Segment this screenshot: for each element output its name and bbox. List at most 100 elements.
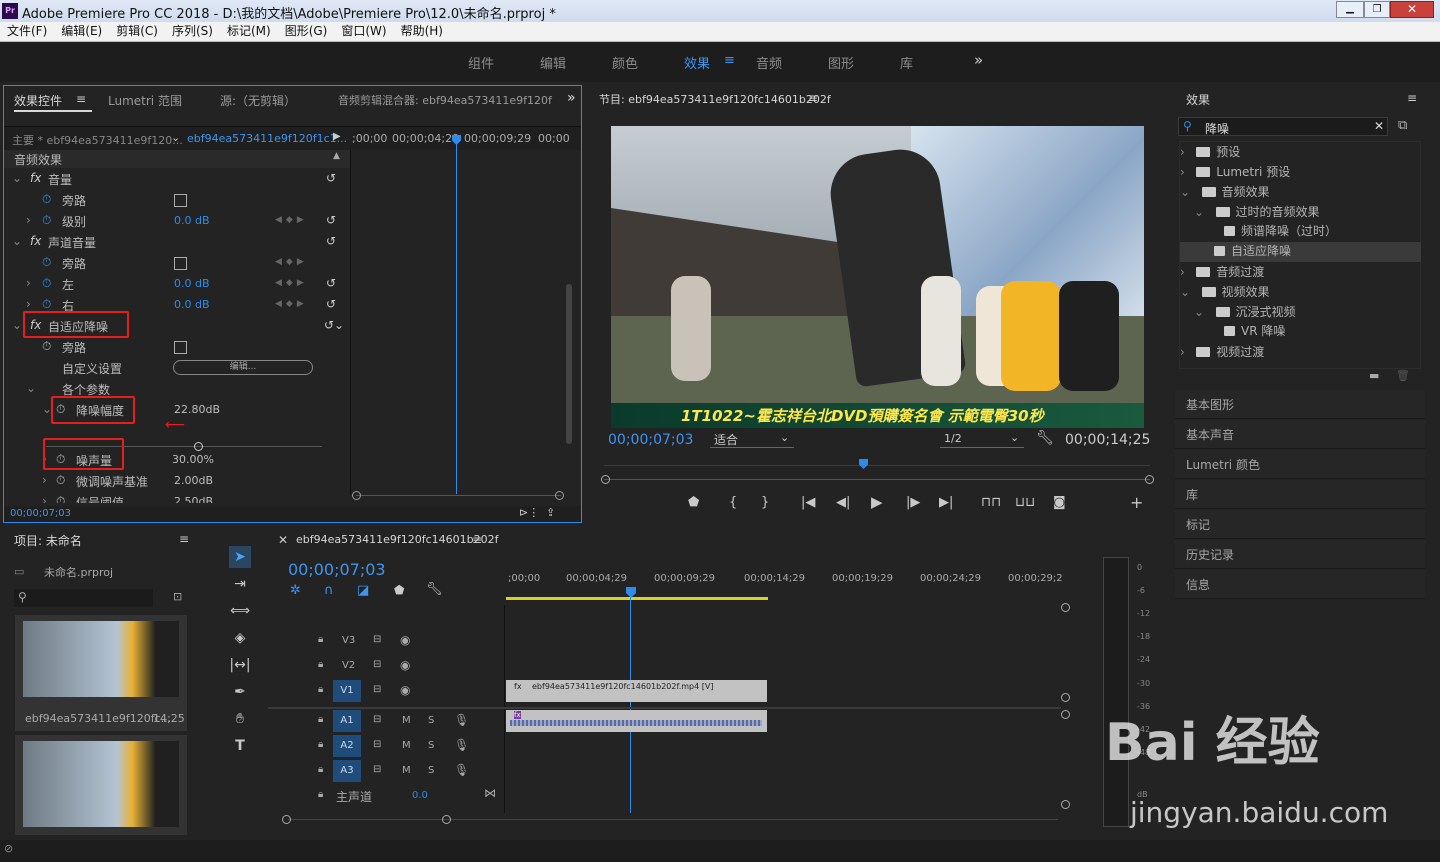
zoom-bar[interactable] [604,479,1150,480]
scroll-handle[interactable] [1061,693,1070,702]
wrench-icon[interactable]: 🔧︎ [426,582,443,597]
panel-basic-graphics[interactable]: 基本图形 [1175,390,1425,419]
tree-item[interactable]: 频谱降噪（过时） [1180,222,1420,242]
workspace-color[interactable]: 颜色 [612,53,638,72]
track-target[interactable]: A3 [333,760,361,782]
master-level[interactable]: 0.0 [412,790,428,801]
extract-icon[interactable]: ⊔⊔ [1015,495,1035,510]
razor-icon[interactable]: ◈ [229,627,251,649]
fit-dropdown[interactable]: 适合 [714,431,738,448]
workspace-assembly[interactable]: 组件 [468,53,494,72]
tab-effect-controls[interactable]: 效果控件 [14,92,62,109]
menu-marker[interactable]: 标记(M) [227,24,271,38]
maximize-button[interactable]: ❐ [1364,1,1390,18]
chevron-down-icon[interactable]: ⌄ [1010,431,1019,444]
sequence-timecode[interactable]: 00;00;07;03 [288,560,386,579]
param-value[interactable]: 0.0 dB [174,298,210,311]
panel-menu-icon[interactable]: ≡ [808,91,818,105]
solo-button[interactable]: S [428,715,434,726]
reset-icon[interactable]: ↺ [326,234,336,248]
pen-icon[interactable]: ✒ [229,681,251,703]
scroll-handle[interactable] [282,815,291,824]
chevron-down-icon[interactable]: ⌄ [780,431,789,444]
reset-icon[interactable]: ↺ [326,171,336,185]
step-forward-icon[interactable]: |▶ [906,495,920,510]
param-value[interactable]: 0.0 dB [174,214,210,227]
keyframe-nav-icon[interactable]: ◀◆▶ [275,299,308,309]
play-icon[interactable]: ▶ [871,493,883,511]
menu-edit[interactable]: 编辑(E) [61,24,102,38]
panel-lumetri-color[interactable]: Lumetri 颜色 [1175,450,1425,479]
snap-icon[interactable]: ✲ [290,583,301,598]
panel-menu-icon[interactable]: ≡ [179,532,189,546]
menu-file[interactable]: 文件(F) [7,24,47,38]
tab-audio-clip-mixer[interactable]: 音频剪辑混合器: ebf94ea573411e9f120f [338,92,552,108]
scroll-handle[interactable] [442,815,451,824]
bypass-checkbox[interactable] [174,341,187,354]
tree-item[interactable]: ⌄ 过时的音频效果 [1180,203,1420,223]
lock-icon[interactable]: 🔒︎ [318,659,323,670]
panel-libraries[interactable]: 库 [1175,480,1425,509]
work-area-bar[interactable] [506,597,768,600]
scroll-handle[interactable] [1061,603,1070,612]
zoom-handle[interactable] [1145,475,1154,484]
mic-icon[interactable]: 🎙︎ [454,763,469,777]
clip-item[interactable]: ebf94ea573411e9f120fc... 14;25 [15,615,187,731]
menu-window[interactable]: 窗口(W) [341,24,386,38]
tree-item[interactable]: ⌄ 音频效果 [1180,183,1420,203]
lift-icon[interactable]: ⊓⊓ [981,495,1001,510]
horizontal-scrollbar[interactable] [288,819,1058,820]
workspace-editing[interactable]: 编辑 [540,53,566,72]
close-icon[interactable]: ✕ [278,533,288,547]
linked-selection-icon[interactable]: ∩ [324,583,334,598]
search-input[interactable]: ⚲ [14,589,153,607]
sync-icon[interactable]: ⊟ [373,739,381,750]
stopwatch-icon[interactable]: ⏱ [42,213,51,228]
timecode[interactable]: 00;00;07;03 [10,508,71,519]
mute-button[interactable]: M [402,765,411,776]
stopwatch-icon[interactable]: ⏱ [42,297,51,312]
menu-lines-icon[interactable]: ≡ [724,53,735,68]
panel-menu-icon[interactable]: ≡ [76,92,86,106]
filter-icon[interactable]: ⊳⋮ [519,506,539,519]
reset-icon[interactable]: ↺ [326,276,336,290]
marker-icon[interactable]: ⬟ [394,583,404,597]
clip-item[interactable] [15,735,187,835]
panel-history[interactable]: 历史记录 [1175,540,1425,569]
panel-info[interactable]: 信息 [1175,570,1425,599]
mark-out-icon[interactable]: } [761,495,769,510]
tree-item[interactable]: ⌄ 沉浸式视频 [1180,303,1420,323]
sync-icon[interactable]: ⊟ [373,659,381,670]
ripple-edit-icon[interactable]: ⟺ [229,600,251,622]
scroll-handle[interactable] [352,491,361,500]
menu-sequence[interactable]: 序列(S) [172,24,213,38]
panel-markers[interactable]: 标记 [1175,510,1425,539]
add-button-icon[interactable]: + [1130,493,1143,512]
menu-help[interactable]: 帮助(H) [401,24,443,38]
eye-icon[interactable]: ◉ [400,683,410,697]
mute-button[interactable]: M [402,715,411,726]
solo-button[interactable]: S [428,765,434,776]
param-value[interactable]: 2.00dB [174,474,213,487]
lock-icon[interactable]: 🔒︎ [318,634,323,645]
go-to-end-icon[interactable]: ⋈ [484,786,496,800]
overflow-icon[interactable]: » [567,90,576,106]
param-value[interactable]: 2.50dB [174,495,213,503]
panel-menu-icon[interactable]: ≡ [472,533,482,547]
playhead-marker[interactable] [859,459,868,469]
workspace-graphics[interactable]: 图形 [828,53,854,72]
sync-icon[interactable]: ⊟ [373,684,381,695]
keyframe-nav-icon[interactable]: ◀◆▶ [275,278,308,288]
hand-icon[interactable]: ✋︎ [229,708,251,730]
bypass-checkbox[interactable] [174,194,187,207]
keyframe-nav-icon[interactable]: ◀◆▶ [275,257,308,267]
track-target[interactable]: A1 [333,710,361,732]
sync-icon[interactable]: ⊟ [373,764,381,775]
slip-icon[interactable]: |↔| [229,654,251,676]
zoom-handle[interactable] [601,475,610,484]
selection-tool-icon[interactable]: ➤ [229,546,251,568]
stopwatch-icon[interactable]: ⏱ [56,473,65,488]
new-bin-icon[interactable]: ⧉ [1398,118,1407,133]
search-input[interactable]: ⚲ 降噪 ✕ [1178,117,1388,136]
tab-source[interactable]: 源:（无剪辑） [220,92,296,109]
